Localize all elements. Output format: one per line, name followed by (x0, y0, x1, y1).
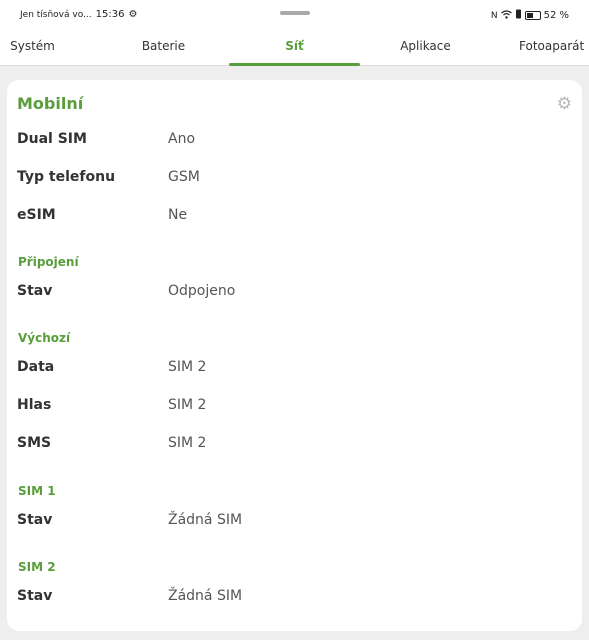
row-label: eSIM (17, 207, 56, 223)
wifi-icon (500, 9, 512, 22)
status-left: Jen tísňová vo... 15:36 ⚙ (20, 9, 137, 20)
mobile-card: Mobilní ⚙ Dual SIM Ano Typ telefonu GSM … (7, 80, 582, 631)
row-value: Ne (168, 207, 188, 223)
tab-battery[interactable]: Baterie (98, 30, 229, 66)
section-title-default: Výchozí (18, 331, 71, 345)
tab-apps[interactable]: Aplikace (360, 30, 491, 66)
row-label: Data (17, 359, 55, 375)
top-bar: Jen tísňová vo... 15:36 ⚙ N 52 % Systém … (0, 0, 589, 66)
settings-gear-icon: ⚙ (128, 9, 138, 20)
row-value: SIM 2 (168, 435, 207, 451)
row-value: Žádná SIM (168, 588, 243, 604)
row-value: Ano (168, 131, 196, 147)
section-title-sim2: SIM 2 (18, 560, 56, 574)
row-label: Dual SIM (17, 131, 87, 147)
section-title-connection: Připojení (18, 255, 79, 269)
carrier-text: Jen tísňová vo... (20, 9, 92, 20)
drag-handle[interactable] (280, 11, 310, 15)
nfc-icon: N (490, 10, 498, 21)
battery-icon (524, 11, 541, 20)
row-value: SIM 2 (168, 359, 207, 375)
tab-camera[interactable]: Fotoaparát (519, 30, 589, 66)
row-label: Typ telefonu (17, 169, 116, 185)
tab-bar: Systém Baterie Síť Aplikace Fotoaparát (0, 30, 589, 66)
row-label: Stav (17, 283, 53, 299)
row-value: Odpojeno (168, 283, 236, 299)
row-label: Hlas (17, 397, 52, 413)
row-value: Žádná SIM (168, 512, 243, 528)
row-label: SMS (17, 435, 52, 451)
card-title: Mobilní (17, 94, 84, 113)
row-value: GSM (168, 169, 200, 185)
tab-network[interactable]: Síť (229, 30, 360, 66)
row-value: SIM 2 (168, 397, 207, 413)
status-bar: Jen tísňová vo... 15:36 ⚙ N 52 % (0, 0, 589, 30)
clock: 15:36 (95, 9, 125, 20)
row-label: Stav (17, 588, 53, 604)
vibrate-icon (515, 9, 522, 22)
section-title-sim1: SIM 1 (18, 484, 56, 498)
status-right: N 52 % (491, 9, 569, 22)
battery-percent: 52 % (543, 10, 569, 21)
row-label: Stav (17, 512, 53, 528)
gear-icon[interactable]: ⚙ (557, 94, 572, 114)
tab-system[interactable]: Systém (0, 30, 65, 66)
